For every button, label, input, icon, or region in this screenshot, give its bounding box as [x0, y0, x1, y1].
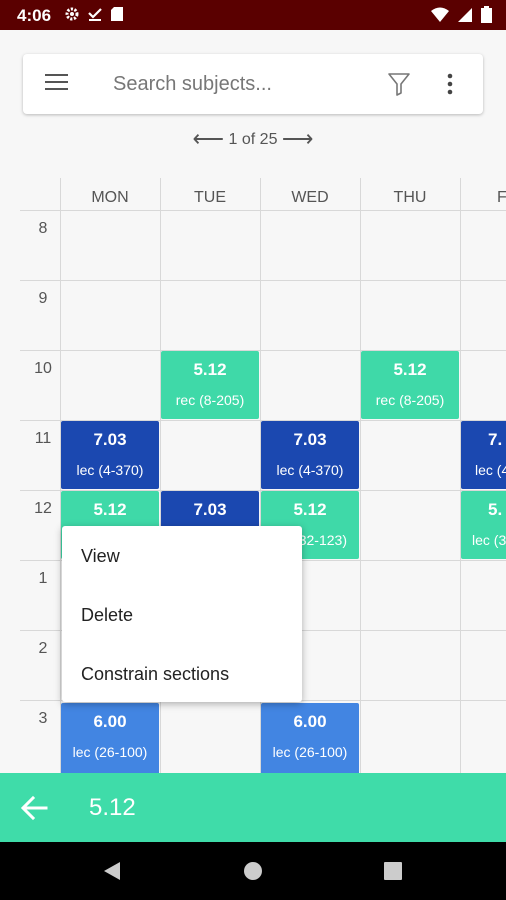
status-bar: 4:06 [0, 0, 506, 30]
prev-page-arrow[interactable]: ⟵ [193, 126, 225, 151]
more-vert-icon[interactable] [447, 73, 453, 95]
day-header-mon: MON [91, 189, 129, 206]
class-block[interactable]: 7.03 lec (4-370) [61, 421, 159, 489]
class-subject: 5.12 [93, 500, 127, 519]
hour-label: 12 [34, 500, 52, 517]
search-input[interactable]: Search subjects... [113, 73, 272, 96]
class-detail: rec (8-205) [175, 392, 245, 408]
class-subject: 7. [488, 430, 503, 449]
day-header-wed: WED [291, 189, 329, 206]
class-block[interactable]: 6.00 lec (26-100) [261, 703, 359, 778]
back-arrow-icon[interactable] [20, 795, 48, 821]
class-detail: lec (4 [475, 462, 506, 478]
download-done-icon [88, 8, 102, 21]
class-subject: 5. [488, 500, 503, 519]
class-detail: lec (26-100) [272, 744, 348, 760]
hour-label: 2 [38, 640, 48, 657]
battery-icon [481, 6, 492, 23]
day-header-thu: THU [393, 189, 427, 206]
page-indicator: ⟵ 1 of 25 ⟶ [0, 126, 506, 152]
class-block[interactable]: 6.00 lec (26-100) [61, 703, 159, 778]
class-subject: 7.03 [293, 430, 327, 449]
class-detail: lec (26-100) [72, 744, 148, 760]
hour-label: 9 [38, 290, 48, 307]
class-block[interactable]: 5.12 rec (8-205) [161, 351, 259, 419]
class-subject: 5.12 [393, 360, 427, 379]
hour-label: 8 [38, 220, 48, 237]
gear-icon [65, 7, 79, 21]
class-subject: 6.00 [93, 712, 127, 731]
grid-line [20, 210, 506, 211]
class-subject: 5.12 [293, 500, 327, 519]
day-header-tue: TUE [194, 189, 226, 206]
menu-icon[interactable] [45, 74, 69, 94]
day-header-fri: F [497, 189, 506, 206]
grid-divider [360, 178, 361, 778]
context-menu: View Delete Constrain sections [62, 526, 302, 702]
class-block[interactable]: 7.03 lec (4-370) [261, 421, 359, 489]
wifi-icon [431, 7, 449, 22]
menu-item-view[interactable]: View [81, 546, 120, 567]
class-subject: 6.00 [293, 712, 327, 731]
filter-icon[interactable] [387, 71, 411, 97]
nav-home-icon[interactable] [243, 861, 263, 881]
search-bar[interactable]: Search subjects... [23, 54, 483, 114]
hour-label: 10 [34, 360, 52, 377]
nav-recents-icon[interactable] [384, 862, 402, 880]
menu-item-delete[interactable]: Delete [81, 605, 133, 626]
class-block[interactable]: 5.12 rec (8-205) [361, 351, 459, 419]
system-nav-bar [0, 842, 506, 900]
hour-label: 3 [38, 710, 48, 727]
class-detail: lec (4-370) [276, 462, 344, 478]
class-detail: lec (3 [472, 532, 506, 548]
signal-icon [458, 7, 472, 22]
class-subject: 5.12 [193, 360, 227, 379]
selected-subject-bar: 5.12 [0, 773, 506, 842]
status-time: 4:06 [17, 6, 52, 25]
class-block[interactable]: 5. lec (3 [461, 491, 506, 559]
menu-item-constrain-sections[interactable]: Constrain sections [81, 664, 229, 685]
class-subject: 7.03 [193, 500, 227, 519]
next-page-arrow[interactable]: ⟶ [282, 126, 314, 151]
sd-card-icon [111, 7, 123, 21]
grid-line [20, 280, 506, 281]
class-detail: lec (4-370) [76, 462, 144, 478]
selected-subject-title: 5.12 [89, 794, 136, 821]
nav-back-icon[interactable] [102, 861, 122, 881]
class-block[interactable]: 7. lec (4 [461, 421, 506, 489]
class-detail: rec (8-205) [375, 392, 445, 408]
hour-label: 11 [34, 430, 52, 447]
hour-label: 1 [38, 570, 48, 587]
class-subject: 7.03 [93, 430, 127, 449]
page-count: 1 of 25 [228, 131, 278, 148]
